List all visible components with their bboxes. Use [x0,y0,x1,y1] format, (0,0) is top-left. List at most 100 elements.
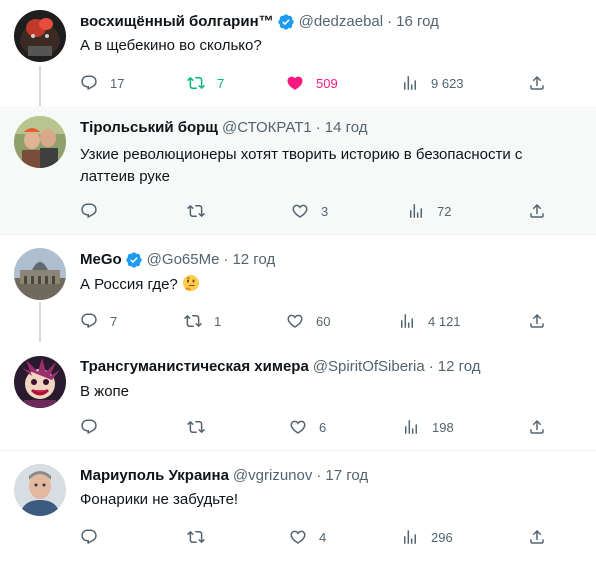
tweet-actions: 6 198 [0,417,596,437]
author-name[interactable]: Мариуполь Украина [80,466,229,486]
share-button[interactable] [528,201,546,221]
views-icon [407,202,425,220]
tweet-text-row: А Россия где? [80,274,200,296]
tweet-text: В жопе [80,383,130,400]
view-count: 4 121 [428,313,461,329]
tweet-3[interactable]: MeGo @Go65Me · 12 год А Россия где? 7 1 … [0,235,596,342]
views-button[interactable]: 72 [407,201,451,221]
retweet-button[interactable]: 1 [184,311,221,331]
like-count: 6 [319,419,327,435]
author-name[interactable]: восхищённый болгарин™ [80,12,274,32]
views-button[interactable]: 9 623 [401,73,464,93]
separator-dot: · [315,119,321,136]
author-handle[interactable]: @СТОКРАТ1 [222,118,312,138]
views-icon [401,528,419,546]
tweet-actions: 7 1 60 4 121 [0,311,596,331]
reply-button[interactable]: 7 [80,311,117,331]
reply-count: 7 [110,313,118,329]
reply-button[interactable]: 17 [80,73,124,93]
like-button[interactable]: 60 [286,311,330,331]
retweet-count: 1 [214,313,222,329]
timestamp[interactable]: 12 год [232,250,275,270]
thread-line [39,302,41,342]
tweet-header: Трансгуманистическая химера @SpiritOfSib… [80,357,481,377]
tweet-2[interactable]: Тірольський борщ @СТОКРАТ1 · 14 год Узки… [0,106,596,234]
tweet-4[interactable]: Трансгуманистическая химера @SpiritOfSib… [0,342,596,450]
retweet-button[interactable]: 7 [187,73,224,93]
share-button[interactable] [528,311,546,331]
like-button[interactable]: 4 [289,527,326,547]
retweet-button[interactable] [187,417,217,437]
author-name[interactable]: MeGo [80,250,122,270]
timestamp[interactable]: 14 год [325,118,368,138]
avatar[interactable] [14,116,66,168]
views-icon [398,312,416,330]
tweet-actions: 4 296 [0,527,596,547]
retweet-icon [184,312,202,330]
tweet-header: MeGo @Go65Me · 12 год [80,250,275,270]
author-handle[interactable]: @SpiritOfSiberia [313,357,425,377]
heart-icon [291,202,309,220]
views-icon [402,418,420,436]
tweet-5[interactable]: Мариуполь Украина @vgrizunov · 17 год Фо… [0,451,596,562]
thread-line [39,66,41,106]
like-button[interactable]: 3 [291,201,328,221]
tweet-text: Фонарики не забудьте! [80,491,239,508]
reply-icon [80,312,98,330]
share-icon [528,528,546,546]
separator-dot: · [428,358,434,375]
retweet-button[interactable] [187,201,217,221]
like-button[interactable]: 6 [289,417,326,437]
tweet-text: А в щебекино во сколько? [80,37,262,54]
avatar[interactable] [14,356,66,408]
share-button[interactable] [528,73,546,93]
tweet-text: Узкие революционеры хотят творить истори… [80,144,522,188]
like-count: 60 [316,313,331,329]
reply-icon [80,418,98,436]
reply-button[interactable] [80,417,110,437]
retweet-count: 7 [217,75,225,91]
retweet-button[interactable] [187,527,217,547]
tweet-1[interactable]: восхищённый болгарин™ @dedzaebal · 16 го… [0,0,596,106]
heart-icon [286,312,304,330]
timestamp[interactable]: 17 год [325,466,368,486]
avatar[interactable] [14,10,66,62]
tweet-actions: 17 7 509 9 623 [0,73,596,93]
tweet-text: А Россия где? [80,276,178,293]
separator-dot: · [316,467,322,484]
tweet-text-line: латтеив руке [80,168,170,185]
timestamp[interactable]: 12 год [438,357,481,377]
author-name[interactable]: Трансгуманистическая химера [80,357,309,377]
author-handle[interactable]: @vgrizunov [233,466,312,486]
reply-button[interactable] [80,527,110,547]
share-button[interactable] [528,527,546,547]
timestamp[interactable]: 16 год [396,12,439,32]
verified-badge-icon [125,251,143,269]
heart-icon [289,528,307,546]
view-count: 198 [432,419,454,435]
reply-icon [80,528,98,546]
retweet-icon [187,418,205,436]
share-icon [528,202,546,220]
author-handle[interactable]: @dedzaebal [299,12,383,32]
avatar[interactable] [14,248,66,300]
liked-heart-icon [286,74,304,92]
author-name[interactable]: Тірольський борщ [80,118,218,138]
author-handle[interactable]: @Go65Me [147,250,220,270]
views-button[interactable]: 296 [401,527,453,547]
tweet-header: восхищённый болгарин™ @dedzaebal · 16 го… [80,12,439,32]
views-icon [401,74,419,92]
like-count: 4 [319,529,327,545]
avatar[interactable] [14,464,66,516]
views-button[interactable]: 198 [402,417,454,437]
reply-icon [80,202,98,220]
share-icon [528,312,546,330]
share-button[interactable] [528,417,546,437]
tweet-actions: 3 72 [0,201,596,221]
like-button[interactable]: 509 [286,73,338,93]
separator-dot: · [223,251,229,268]
reply-button[interactable] [80,201,110,221]
verified-badge-icon [277,13,295,31]
retweet-icon [187,74,205,92]
views-button[interactable]: 4 121 [398,311,461,331]
